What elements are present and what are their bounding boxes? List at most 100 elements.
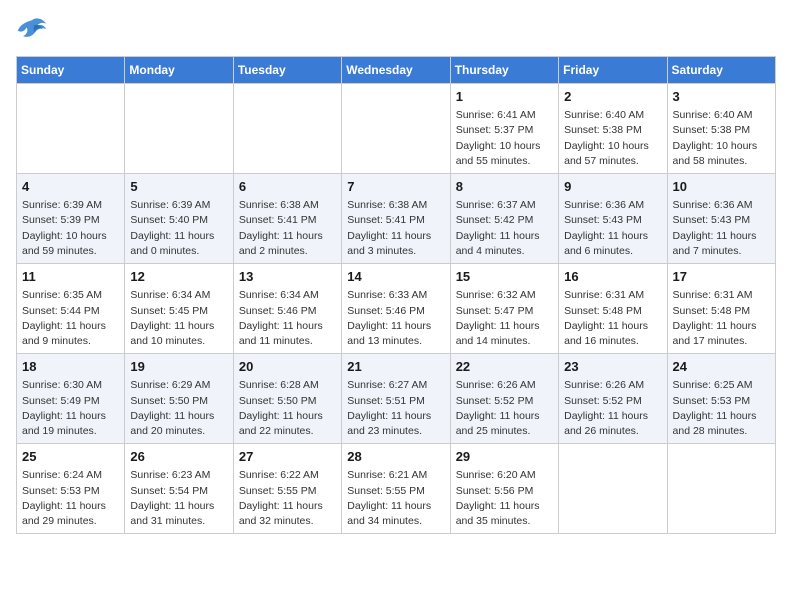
calendar-cell: 16 Sunrise: 6:31 AM Sunset: 5:48 PM Dayli… xyxy=(559,264,667,354)
calendar-cell: 6 Sunrise: 6:38 AM Sunset: 5:41 PM Daylig… xyxy=(233,174,341,264)
calendar-cell: 27 Sunrise: 6:22 AM Sunset: 5:55 PM Dayli… xyxy=(233,444,341,534)
day-number: 18 xyxy=(22,358,119,376)
calendar-cell: 26 Sunrise: 6:23 AM Sunset: 5:54 PM Dayli… xyxy=(125,444,233,534)
day-number: 23 xyxy=(564,358,661,376)
day-info: Sunrise: 6:39 AM Sunset: 5:40 PM Dayligh… xyxy=(130,198,227,259)
day-number: 7 xyxy=(347,178,444,196)
day-info: Sunrise: 6:37 AM Sunset: 5:42 PM Dayligh… xyxy=(456,198,553,259)
calendar-cell: 9Sunrise: 6:36 AM Sunset: 5:43 PM Daylig… xyxy=(559,174,667,264)
calendar-cell xyxy=(233,84,341,174)
day-number: 29 xyxy=(456,448,553,466)
calendar-cell: 17 Sunrise: 6:31 AM Sunset: 5:48 PM Dayli… xyxy=(667,264,775,354)
calendar-cell: 1Sunrise: 6:41 AM Sunset: 5:37 PM Daylig… xyxy=(450,84,558,174)
logo xyxy=(16,16,52,44)
day-number: 15 xyxy=(456,268,553,286)
day-info: Sunrise: 6:39 AM Sunset: 5:39 PM Dayligh… xyxy=(22,198,119,259)
day-info: Sunrise: 6:35 AM Sunset: 5:44 PM Dayligh… xyxy=(22,288,119,349)
calendar-week-row: 25 Sunrise: 6:24 AM Sunset: 5:53 PM Dayli… xyxy=(17,444,776,534)
day-info: Sunrise: 6:24 AM Sunset: 5:53 PM Dayligh… xyxy=(22,468,119,529)
calendar-cell: 19 Sunrise: 6:29 AM Sunset: 5:50 PM Dayli… xyxy=(125,354,233,444)
day-info: Sunrise: 6:28 AM Sunset: 5:50 PM Dayligh… xyxy=(239,378,336,439)
day-number: 4 xyxy=(22,178,119,196)
calendar-cell: 3 Sunrise: 6:40 AM Sunset: 5:38 PM Daylig… xyxy=(667,84,775,174)
logo-icon xyxy=(16,16,48,44)
calendar-cell: 28 Sunrise: 6:21 AM Sunset: 5:55 PM Dayli… xyxy=(342,444,450,534)
calendar-week-row: 18 Sunrise: 6:30 AM Sunset: 5:49 PM Dayli… xyxy=(17,354,776,444)
calendar-cell: 8Sunrise: 6:37 AM Sunset: 5:42 PM Daylig… xyxy=(450,174,558,264)
calendar-cell: 25 Sunrise: 6:24 AM Sunset: 5:53 PM Dayli… xyxy=(17,444,125,534)
day-info: Sunrise: 6:36 AM Sunset: 5:43 PM Dayligh… xyxy=(564,198,661,259)
day-number: 3 xyxy=(673,88,770,106)
calendar-cell: 4 Sunrise: 6:39 AM Sunset: 5:39 PM Daylig… xyxy=(17,174,125,264)
day-header-sunday: Sunday xyxy=(17,57,125,84)
day-number: 6 xyxy=(239,178,336,196)
calendar-week-row: 4 Sunrise: 6:39 AM Sunset: 5:39 PM Daylig… xyxy=(17,174,776,264)
day-info: Sunrise: 6:26 AM Sunset: 5:52 PM Dayligh… xyxy=(564,378,661,439)
calendar-cell: 22 Sunrise: 6:26 AM Sunset: 5:52 PM Dayli… xyxy=(450,354,558,444)
day-info: Sunrise: 6:22 AM Sunset: 5:55 PM Dayligh… xyxy=(239,468,336,529)
day-info: Sunrise: 6:33 AM Sunset: 5:46 PM Dayligh… xyxy=(347,288,444,349)
day-number: 20 xyxy=(239,358,336,376)
day-number: 21 xyxy=(347,358,444,376)
day-info: Sunrise: 6:29 AM Sunset: 5:50 PM Dayligh… xyxy=(130,378,227,439)
day-info: Sunrise: 6:32 AM Sunset: 5:47 PM Dayligh… xyxy=(456,288,553,349)
calendar-cell: 10Sunrise: 6:36 AM Sunset: 5:43 PM Dayli… xyxy=(667,174,775,264)
calendar-cell: 7 Sunrise: 6:38 AM Sunset: 5:41 PM Daylig… xyxy=(342,174,450,264)
day-info: Sunrise: 6:40 AM Sunset: 5:38 PM Dayligh… xyxy=(673,108,770,169)
day-info: Sunrise: 6:38 AM Sunset: 5:41 PM Dayligh… xyxy=(347,198,444,259)
calendar-cell xyxy=(17,84,125,174)
calendar-cell xyxy=(342,84,450,174)
calendar-cell xyxy=(125,84,233,174)
day-info: Sunrise: 6:25 AM Sunset: 5:53 PM Dayligh… xyxy=(673,378,770,439)
day-info: Sunrise: 6:27 AM Sunset: 5:51 PM Dayligh… xyxy=(347,378,444,439)
day-number: 24 xyxy=(673,358,770,376)
day-header-saturday: Saturday xyxy=(667,57,775,84)
day-number: 27 xyxy=(239,448,336,466)
calendar-cell: 29 Sunrise: 6:20 AM Sunset: 5:56 PM Dayli… xyxy=(450,444,558,534)
day-number: 28 xyxy=(347,448,444,466)
calendar-week-row: 1Sunrise: 6:41 AM Sunset: 5:37 PM Daylig… xyxy=(17,84,776,174)
day-number: 10 xyxy=(673,178,770,196)
day-number: 17 xyxy=(673,268,770,286)
day-info: Sunrise: 6:21 AM Sunset: 5:55 PM Dayligh… xyxy=(347,468,444,529)
day-info: Sunrise: 6:34 AM Sunset: 5:46 PM Dayligh… xyxy=(239,288,336,349)
calendar-cell: 23 Sunrise: 6:26 AM Sunset: 5:52 PM Dayli… xyxy=(559,354,667,444)
calendar-cell: 15 Sunrise: 6:32 AM Sunset: 5:47 PM Dayli… xyxy=(450,264,558,354)
calendar-cell: 11 Sunrise: 6:35 AM Sunset: 5:44 PM Dayli… xyxy=(17,264,125,354)
calendar-cell: 20 Sunrise: 6:28 AM Sunset: 5:50 PM Dayli… xyxy=(233,354,341,444)
day-info: Sunrise: 6:38 AM Sunset: 5:41 PM Dayligh… xyxy=(239,198,336,259)
calendar-cell xyxy=(559,444,667,534)
calendar-cell: 13 Sunrise: 6:34 AM Sunset: 5:46 PM Dayli… xyxy=(233,264,341,354)
calendar-cell: 5Sunrise: 6:39 AM Sunset: 5:40 PM Daylig… xyxy=(125,174,233,264)
day-number: 2 xyxy=(564,88,661,106)
day-info: Sunrise: 6:34 AM Sunset: 5:45 PM Dayligh… xyxy=(130,288,227,349)
day-number: 22 xyxy=(456,358,553,376)
calendar-cell: 14 Sunrise: 6:33 AM Sunset: 5:46 PM Dayli… xyxy=(342,264,450,354)
day-info: Sunrise: 6:26 AM Sunset: 5:52 PM Dayligh… xyxy=(456,378,553,439)
calendar-cell xyxy=(667,444,775,534)
day-header-thursday: Thursday xyxy=(450,57,558,84)
day-number: 11 xyxy=(22,268,119,286)
page-header xyxy=(16,16,776,44)
day-header-tuesday: Tuesday xyxy=(233,57,341,84)
day-number: 25 xyxy=(22,448,119,466)
day-info: Sunrise: 6:20 AM Sunset: 5:56 PM Dayligh… xyxy=(456,468,553,529)
day-number: 13 xyxy=(239,268,336,286)
day-header-friday: Friday xyxy=(559,57,667,84)
calendar-cell: 2Sunrise: 6:40 AM Sunset: 5:38 PM Daylig… xyxy=(559,84,667,174)
day-number: 16 xyxy=(564,268,661,286)
day-info: Sunrise: 6:23 AM Sunset: 5:54 PM Dayligh… xyxy=(130,468,227,529)
day-number: 26 xyxy=(130,448,227,466)
day-header-monday: Monday xyxy=(125,57,233,84)
day-number: 19 xyxy=(130,358,227,376)
calendar-cell: 12 Sunrise: 6:34 AM Sunset: 5:45 PM Dayli… xyxy=(125,264,233,354)
day-header-wednesday: Wednesday xyxy=(342,57,450,84)
day-number: 12 xyxy=(130,268,227,286)
day-info: Sunrise: 6:30 AM Sunset: 5:49 PM Dayligh… xyxy=(22,378,119,439)
calendar-cell: 18 Sunrise: 6:30 AM Sunset: 5:49 PM Dayli… xyxy=(17,354,125,444)
day-info: Sunrise: 6:31 AM Sunset: 5:48 PM Dayligh… xyxy=(673,288,770,349)
day-number: 1 xyxy=(456,88,553,106)
calendar-cell: 24 Sunrise: 6:25 AM Sunset: 5:53 PM Dayli… xyxy=(667,354,775,444)
day-number: 14 xyxy=(347,268,444,286)
day-info: Sunrise: 6:31 AM Sunset: 5:48 PM Dayligh… xyxy=(564,288,661,349)
